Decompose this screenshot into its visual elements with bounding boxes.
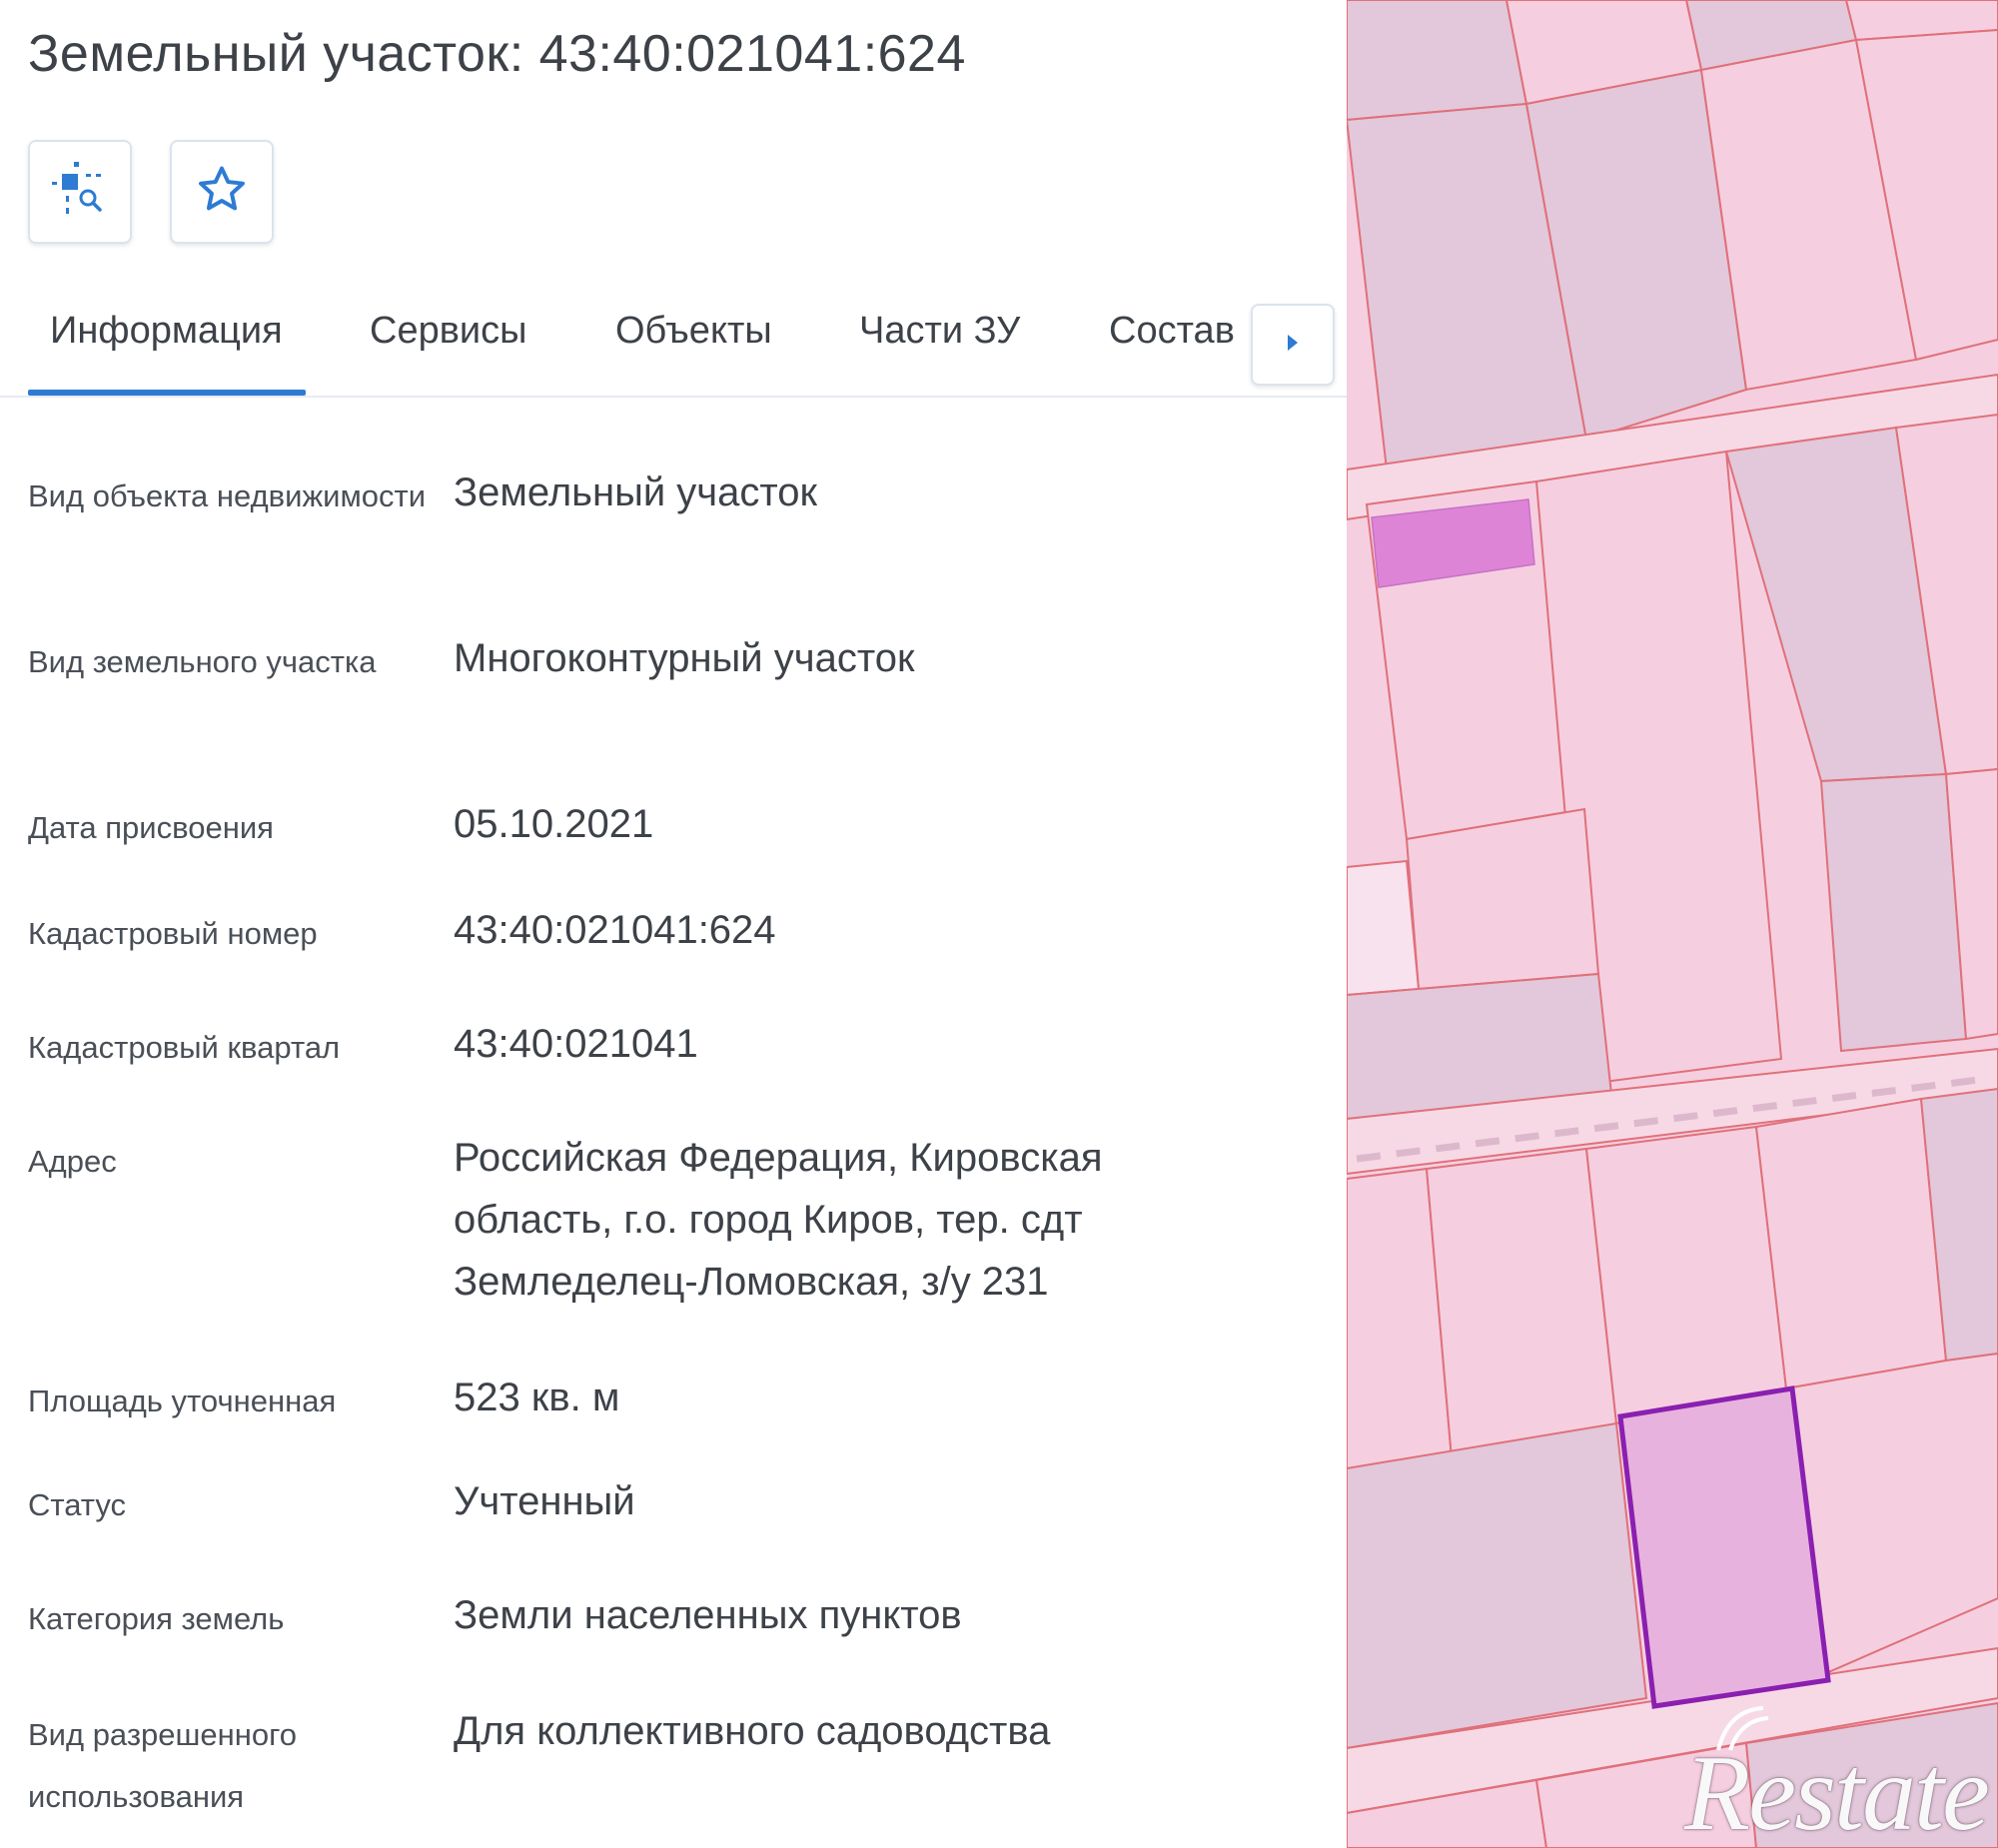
info-panel: Земельный участок: 43:40:021041:624 Инфо <box>0 0 1347 1848</box>
field-value-land-type: Многоконтурный участок <box>454 636 915 680</box>
field-label-permitted-use: Вид разрешенного использования <box>28 1717 297 1814</box>
cadastral-map[interactable]: Restate <box>1347 0 1998 1848</box>
tab-land-parts[interactable]: Части ЗУ <box>859 310 1020 353</box>
field-value-area: 523 кв. м <box>454 1376 620 1419</box>
field-value-status: Учтенный <box>454 1479 635 1523</box>
chevron-right-icon <box>1283 331 1303 360</box>
field-label-land-type: Вид земельного участка <box>28 644 377 679</box>
tab-information[interactable]: Информация <box>50 310 283 353</box>
tab-composition[interactable]: Состав <box>1109 310 1235 353</box>
field-value-cadastral-quarter: 43:40:021041 <box>454 1022 698 1066</box>
tab-objects[interactable]: Объекты <box>615 310 772 353</box>
tab-services[interactable]: Сервисы <box>370 310 526 353</box>
tab-bar: Информация Сервисы Объекты Части ЗУ Сост… <box>0 290 1347 398</box>
field-value-assignment-date: 05.10.2021 <box>454 802 654 846</box>
active-tab-indicator <box>28 390 306 396</box>
field-label-assignment-date: Дата присвоения <box>28 810 274 845</box>
field-value-address: Российская Федерация, Кировская область,… <box>454 1136 1103 1304</box>
select-area-zoom-button[interactable] <box>28 140 132 244</box>
selected-parcel[interactable] <box>1617 1386 1831 1709</box>
map-canvas[interactable] <box>1347 0 1998 1848</box>
tabs-scroll-right-button[interactable] <box>1251 304 1335 386</box>
field-label-cadastral-quarter: Кадастровый квартал <box>28 1030 341 1065</box>
field-label-area: Площадь уточненная <box>28 1384 337 1418</box>
page-title: Земельный участок: 43:40:021041:624 <box>28 25 966 83</box>
star-icon <box>194 162 250 223</box>
field-label-status: Статус <box>28 1487 126 1522</box>
field-label-address: Адрес <box>28 1144 117 1179</box>
select-area-zoom-icon <box>48 158 112 227</box>
field-value-permitted-use: Для коллективного садоводства <box>454 1709 1051 1753</box>
favorite-button[interactable] <box>170 140 274 244</box>
field-label-cadastral-number: Кадастровый номер <box>28 916 318 951</box>
field-value-cadastral-number: 43:40:021041:624 <box>454 908 776 952</box>
field-label-object-type: Вид объекта недвижимости <box>28 478 427 513</box>
field-value-object-type: Земельный участок <box>454 470 818 514</box>
field-value-land-category: Земли населенных пунктов <box>454 1593 962 1637</box>
watermark-logo: Restate <box>1684 1734 1990 1848</box>
field-label-land-category: Категория земель <box>28 1601 285 1636</box>
